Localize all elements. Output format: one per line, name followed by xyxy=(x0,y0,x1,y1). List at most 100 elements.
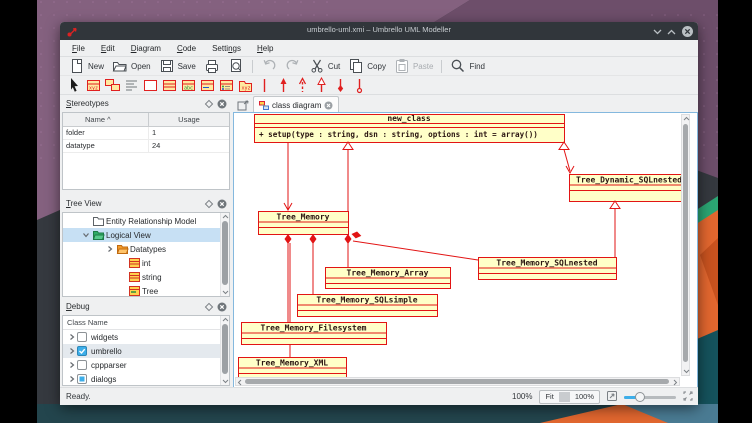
zoom-level-label: 100% xyxy=(512,392,532,401)
toolbar-print-button[interactable] xyxy=(200,57,224,75)
class-Tree_Memory_SQLsimple[interactable]: Tree_Memory_SQLsimple xyxy=(297,295,438,317)
float-dock-icon[interactable] xyxy=(204,302,214,312)
edge-composition-Tree_Memory-Tree_Memory_SQLnested[interactable] xyxy=(353,241,478,260)
debug-dock-title: Debug xyxy=(66,302,90,311)
menu-help[interactable]: Help xyxy=(249,44,281,53)
column-name[interactable]: Name ^ xyxy=(63,113,149,126)
tool-dependency-button[interactable] xyxy=(293,77,312,94)
expander-closed-icon[interactable] xyxy=(104,243,116,255)
minimize-button[interactable] xyxy=(651,25,664,38)
debug-item-umbrello[interactable]: umbrello xyxy=(63,344,220,358)
debug-item-cppparser[interactable]: cppparser xyxy=(63,358,220,372)
zoom-slider[interactable] xyxy=(624,391,676,403)
stereotypes-panel: Name ^ Usage folder1datatype24 xyxy=(62,112,230,190)
fullscreen-icon[interactable] xyxy=(683,391,693,403)
toolbar-new-button[interactable]: New xyxy=(65,57,108,75)
tool-box-button[interactable] xyxy=(141,77,160,94)
toolbar-open-button[interactable]: Open xyxy=(108,57,155,75)
zoom-100-button[interactable]: 100% xyxy=(570,392,599,401)
tree-item-string[interactable]: string xyxy=(63,270,220,284)
menu-file[interactable]: File xyxy=(64,44,93,53)
debug-item-widgets[interactable]: widgets xyxy=(63,330,220,344)
menu-diagram[interactable]: Diagram xyxy=(123,44,169,53)
debug-column-header[interactable]: Class Name xyxy=(63,316,229,330)
checkbox-partial[interactable] xyxy=(77,374,87,384)
tool-message-button[interactable] xyxy=(103,77,122,94)
titlebar[interactable]: umbrello-uml.xmi – Umbrello UML Modeller xyxy=(60,22,698,40)
close-dock-icon[interactable] xyxy=(217,199,227,209)
stereotypes-table-header[interactable]: Name ^ Usage xyxy=(63,113,229,127)
tool-interface-button[interactable]: abc xyxy=(179,77,198,94)
toolbar-find-button[interactable]: Find xyxy=(446,57,489,75)
tool-composition-button[interactable] xyxy=(331,77,350,94)
tool-directed-association-button[interactable] xyxy=(274,77,293,94)
toolbar-print-preview-button[interactable] xyxy=(224,57,248,75)
maximize-button[interactable] xyxy=(665,25,678,38)
class-Tree_Dynamic_SQLnested[interactable]: Tree_Dynamic_SQLnested xyxy=(569,175,690,202)
expander-closed-icon[interactable] xyxy=(66,333,77,341)
close-dock-icon[interactable] xyxy=(217,302,227,312)
menu-code[interactable]: Code xyxy=(169,44,204,53)
vertical-scrollbar[interactable] xyxy=(681,114,690,376)
checkbox-off[interactable] xyxy=(77,360,87,370)
toolbar-copy-button[interactable]: Copy xyxy=(344,57,390,75)
close-button[interactable] xyxy=(681,25,694,38)
close-dock-icon[interactable] xyxy=(217,99,227,109)
fit-button[interactable]: Fit xyxy=(540,392,558,401)
tree-item-label: Tree xyxy=(142,287,158,296)
debug-item-dialogs[interactable]: dialogs xyxy=(63,372,220,386)
tab-class-diagram[interactable]: class diagram xyxy=(253,96,339,113)
class-Tree_Memory_Filesystem[interactable]: Tree_Memory_Filesystem xyxy=(241,323,387,345)
tab-close-icon[interactable] xyxy=(324,101,333,110)
horizontal-scrollbar-thumb[interactable] xyxy=(245,379,669,384)
tool-containment-button[interactable] xyxy=(350,77,369,94)
tree-item-logical-view[interactable]: Logical View xyxy=(63,228,220,242)
tool-object-button[interactable]: xyz xyxy=(84,77,103,94)
toolbar-cut-button[interactable]: Cut xyxy=(305,57,344,75)
checkbox-off[interactable] xyxy=(77,332,87,342)
float-dock-icon[interactable] xyxy=(204,99,214,109)
class-Tree_Memory_XML[interactable]: Tree_Memory_XML xyxy=(238,358,347,379)
class-Tree_Memory[interactable]: Tree_Memory xyxy=(258,212,349,235)
tree-item-datatypes[interactable]: Datatypes xyxy=(63,242,220,256)
horizontal-scrollbar[interactable] xyxy=(235,377,680,386)
debug-scrollbar[interactable] xyxy=(220,316,229,385)
app-window: umbrello-uml.xmi – Umbrello UML Modeller… xyxy=(60,22,698,404)
tool-class-button[interactable] xyxy=(160,77,179,94)
expander-closed-icon[interactable] xyxy=(66,361,77,369)
stereotype-row[interactable]: datatype24 xyxy=(63,140,229,153)
column-usage[interactable]: Usage xyxy=(149,113,229,126)
tool-generalization-button[interactable] xyxy=(312,77,331,94)
checkbox-on[interactable] xyxy=(77,346,87,356)
class-Tree_Memory_SQLnested[interactable]: Tree_Memory_SQLnested xyxy=(478,258,617,280)
vertical-scrollbar-thumb[interactable] xyxy=(683,124,688,362)
diagram-canvas[interactable]: new_class+ setup(type : string, dsn : st… xyxy=(233,112,698,389)
float-dock-icon[interactable] xyxy=(204,199,214,209)
diagram-area: class diagram new_class+ setup(type : st… xyxy=(233,95,698,389)
tool-datatype-button[interactable] xyxy=(198,77,217,94)
class-new_class[interactable]: new_class+ setup(type : string, dsn : st… xyxy=(254,114,565,143)
zoom-fit-page-icon[interactable] xyxy=(607,391,617,403)
expander-closed-icon[interactable] xyxy=(66,375,77,383)
tool-select-button[interactable] xyxy=(65,77,84,94)
debug-panel: Class Name widgetsumbrellocppparserdialo… xyxy=(62,315,230,386)
class-title: new_class xyxy=(387,114,431,123)
tool-package-button[interactable]: xyz xyxy=(236,77,255,94)
menu-settings[interactable]: Settings xyxy=(204,44,249,53)
stereotype-row[interactable]: folder1 xyxy=(63,127,229,140)
expander-closed-icon[interactable] xyxy=(66,347,77,355)
class-Tree_Memory_Array[interactable]: Tree_Memory_Array xyxy=(325,268,451,289)
treeview-dock-header: Tree View xyxy=(62,197,230,211)
tree-item-entity-relationship-model[interactable]: Entity Relationship Model xyxy=(63,214,220,228)
zoom-slider-handle[interactable] xyxy=(635,392,645,402)
tree-item-tree[interactable]: Tree xyxy=(63,284,220,297)
expander-open-icon[interactable] xyxy=(80,229,92,241)
treeview-scrollbar[interactable] xyxy=(220,213,229,296)
menu-edit[interactable]: Edit xyxy=(93,44,123,53)
tree-item-label: int xyxy=(142,259,150,268)
tool-text-button[interactable] xyxy=(122,77,141,94)
tree-item-int[interactable]: int xyxy=(63,256,220,270)
tool-association-button[interactable] xyxy=(255,77,274,94)
tool-enum-button[interactable] xyxy=(217,77,236,94)
toolbar-save-button[interactable]: Save xyxy=(155,57,200,75)
